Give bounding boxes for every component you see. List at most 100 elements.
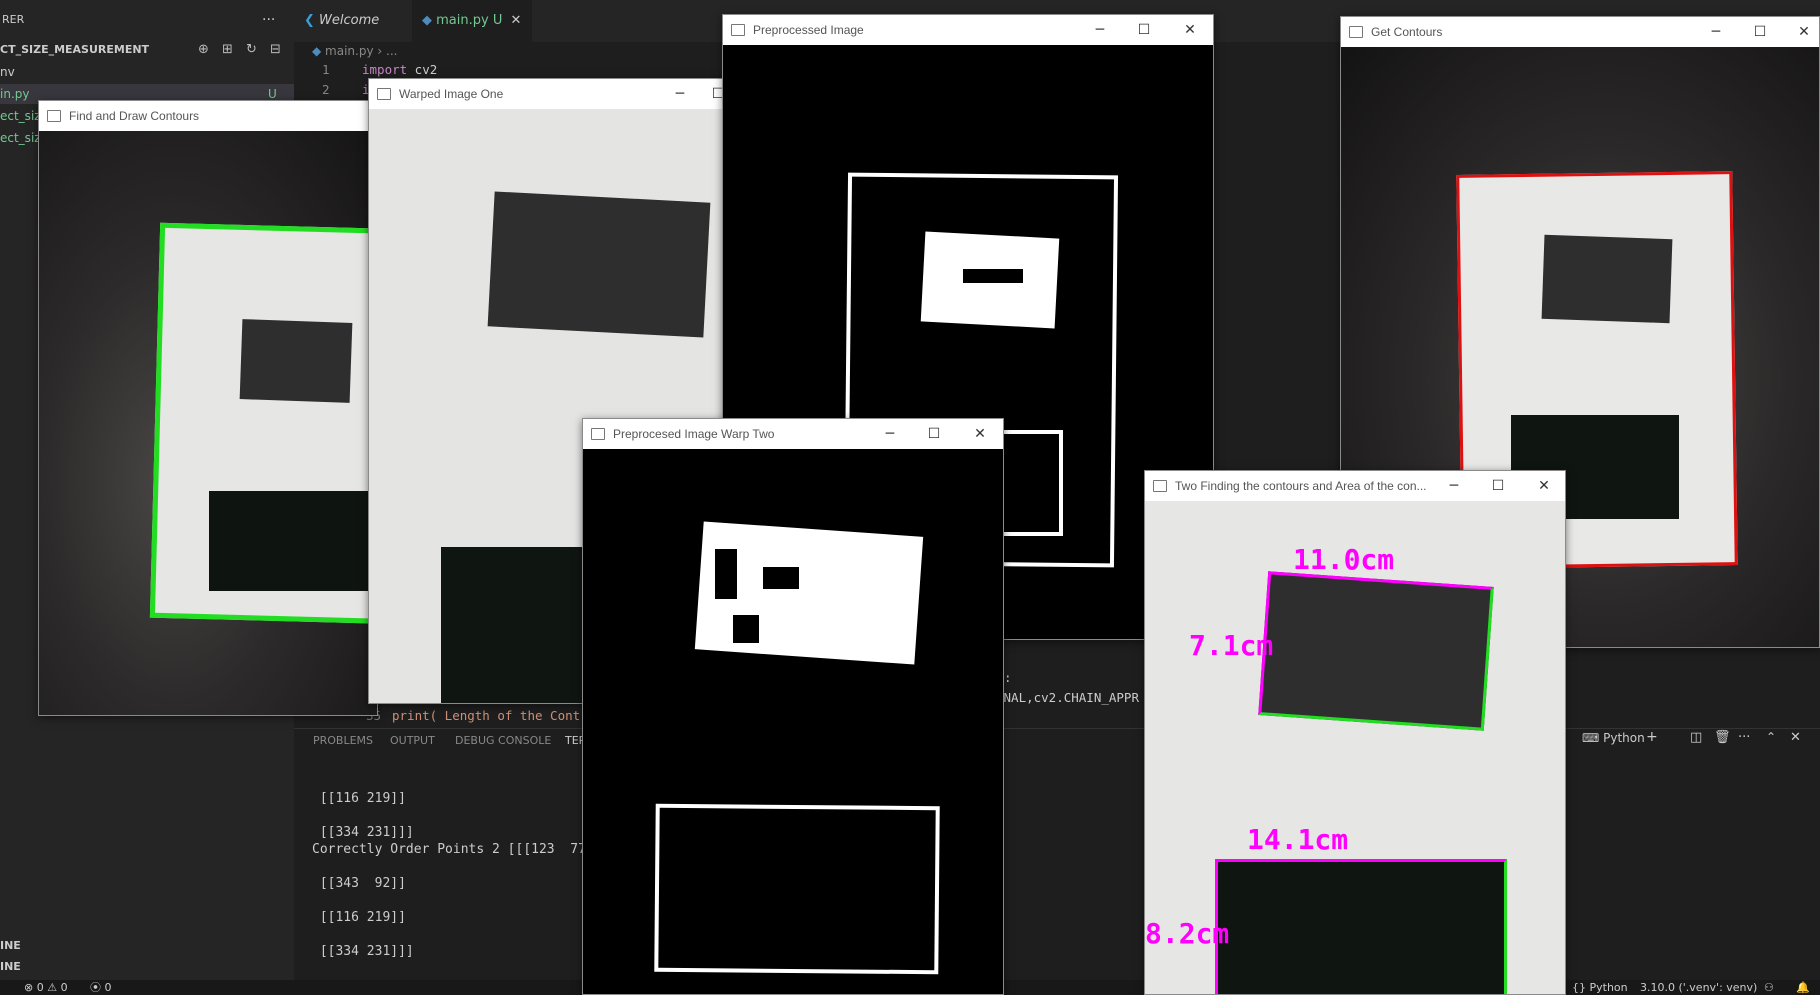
minimize-icon[interactable]: ─ <box>1085 19 1115 41</box>
refresh-icon[interactable]: ↻ <box>246 40 257 60</box>
file-item-venv[interactable]: nv <box>0 62 15 82</box>
close-icon[interactable]: ✕ <box>1175 19 1205 41</box>
threshold-warp-image <box>583 449 1003 994</box>
file-item-main-label: in.py <box>0 87 30 101</box>
more-actions-icon[interactable]: ··· <box>262 10 275 30</box>
minimize-icon[interactable]: ─ <box>1439 475 1469 497</box>
problems-status[interactable]: ⊗ 0 ⚠ 0 <box>24 980 68 995</box>
window-title: Find and Draw Contours <box>69 109 200 123</box>
ports-count: 0 <box>104 981 112 994</box>
window-find-and-draw-contours[interactable]: Find and Draw Contours <box>38 100 378 716</box>
terminal-profile[interactable]: ⌨ Python <box>1582 731 1645 745</box>
window-title: Warped Image One <box>399 87 504 101</box>
box-width-label: 14.1cm <box>1247 823 1349 856</box>
title-bar[interactable]: Two Finding the contours and Area of the… <box>1145 471 1565 501</box>
new-file-icon[interactable]: ⊕ <box>198 40 209 60</box>
box-height-label: 8.2cm <box>1145 917 1230 950</box>
copilot-icon[interactable]: ⚇ <box>1764 980 1774 995</box>
file-item-object-size-1[interactable]: ect_siz <box>0 106 41 126</box>
window-title: Preprocesed Image Warp Two <box>613 427 775 441</box>
trash-icon[interactable]: 🗑 <box>1714 730 1731 745</box>
window-title: Two Finding the contours and Area of the… <box>1175 479 1427 493</box>
file-item-object-size-2[interactable]: ect_siz <box>0 128 41 148</box>
line-number-2: 2 <box>322 82 330 97</box>
code-line-35[interactable]: print( Length of the Cont <box>392 708 580 723</box>
title-bar[interactable]: Preprocesed Image Warp Two ─ ☐ ✕ <box>583 419 1003 449</box>
title-bar[interactable]: Get Contours ─ ☐ ✕ <box>1341 17 1819 47</box>
terminal-output[interactable]: [[116 219]] [[334 231]]] Correctly Order … <box>312 790 602 960</box>
maximize-icon[interactable]: ☐ <box>1129 19 1159 41</box>
tab-output[interactable]: OUTPUT <box>390 734 435 747</box>
minimize-icon[interactable]: ─ <box>1701 21 1731 43</box>
card-hole <box>733 615 759 643</box>
box-measured-outline <box>1215 859 1507 994</box>
code-text: cv2 <box>407 62 438 77</box>
window-preprocesed-image-warp-two[interactable]: Preprocesed Image Warp Two ─ ☐ ✕ <box>582 418 1004 995</box>
maximize-icon[interactable]: ☐ <box>919 423 949 445</box>
dark-box-image <box>209 491 377 591</box>
notifications-icon[interactable]: 🔔 <box>1796 980 1810 995</box>
tab-main-py[interactable]: ◆ main.py U ✕ <box>412 0 532 42</box>
code-keyword: import <box>362 62 408 77</box>
window-title: Get Contours <box>1371 25 1443 39</box>
breadcrumb: ◆ main.py › ... <box>312 44 397 58</box>
warning-count: 0 <box>60 981 68 994</box>
ports-status[interactable]: ⦿ 0 <box>90 980 112 995</box>
card-height-label: 7.1cm <box>1189 629 1274 662</box>
title-bar[interactable]: Warped Image One ─ ☐ <box>369 79 727 109</box>
line-number-1: 1 <box>322 62 330 77</box>
outline-section[interactable]: INE <box>0 936 21 956</box>
minimize-icon[interactable]: ─ <box>665 83 695 105</box>
title-bar[interactable]: Preprocessed Image ─ ☐ ✕ <box>723 15 1213 45</box>
close-tab-icon[interactable]: ✕ <box>511 13 522 28</box>
timeline-section[interactable]: INE <box>0 957 21 977</box>
maximize-panel-icon[interactable]: ⌃ <box>1766 730 1776 744</box>
minimize-icon[interactable]: ─ <box>875 423 905 445</box>
vscode-icon: ❮ <box>304 13 315 28</box>
tab-welcome[interactable]: ❮ Welcome <box>294 0 412 42</box>
card-measured-outline <box>1258 571 1494 731</box>
maximize-icon[interactable]: ☐ <box>1483 475 1513 497</box>
more-icon[interactable]: ··· <box>1738 730 1750 745</box>
close-icon[interactable]: ✕ <box>965 423 995 445</box>
close-icon[interactable]: ✕ <box>1529 475 1559 497</box>
title-bar[interactable]: Find and Draw Contours <box>39 101 377 131</box>
close-icon[interactable]: ✕ <box>1789 21 1819 43</box>
split-terminal-icon[interactable]: ◫ <box>1690 730 1702 745</box>
card-image <box>487 191 711 338</box>
project-title[interactable]: CT_SIZE_MEASUREMENT <box>0 40 149 60</box>
window-app-icon <box>731 24 745 36</box>
language-label: Python <box>1589 981 1628 994</box>
language-mode[interactable]: {} Python <box>1572 980 1628 995</box>
box-outline <box>654 803 940 975</box>
maximize-icon[interactable]: ☐ <box>1745 21 1775 43</box>
tab-main-badge: U <box>492 13 503 28</box>
close-panel-icon[interactable]: ✕ <box>1790 730 1801 745</box>
interpreter-version[interactable]: 3.10.0 ('.venv': venv) <box>1640 980 1757 995</box>
window-app-icon <box>1153 480 1167 492</box>
code-fragment-colon: : <box>1004 670 1012 685</box>
terminal-line: [[334 231]]] <box>312 825 414 840</box>
tab-problems[interactable]: PROBLEMS <box>313 734 373 747</box>
card-image <box>1541 234 1673 324</box>
measurement-image: 11.0cm 7.1cm 14.1cm 8.2cm <box>1145 501 1565 994</box>
terminal-line: [[116 219]] <box>312 910 406 925</box>
card-hole <box>963 269 1023 283</box>
window-two-finding-contours[interactable]: Two Finding the contours and Area of the… <box>1144 470 1566 995</box>
new-folder-icon[interactable]: ⊞ <box>222 40 233 60</box>
warning-icon: ⚠ <box>47 981 58 994</box>
breadcrumb-file[interactable]: main.py <box>325 44 374 58</box>
code-line-1[interactable]: import cv2 <box>362 62 437 77</box>
broadcast-icon: ⦿ <box>90 981 101 994</box>
terminal-icon: ⌨ <box>1582 731 1604 745</box>
python-file-icon: ◆ <box>422 13 432 28</box>
window-app-icon <box>591 428 605 440</box>
add-terminal-icon[interactable]: + <box>1646 729 1658 745</box>
card-image <box>239 319 353 403</box>
window-app-icon <box>1349 26 1363 38</box>
tab-debug-console[interactable]: DEBUG CONSOLE <box>455 734 551 747</box>
collapse-icon[interactable]: ⊟ <box>270 40 281 60</box>
card-width-label: 11.0cm <box>1293 543 1395 576</box>
